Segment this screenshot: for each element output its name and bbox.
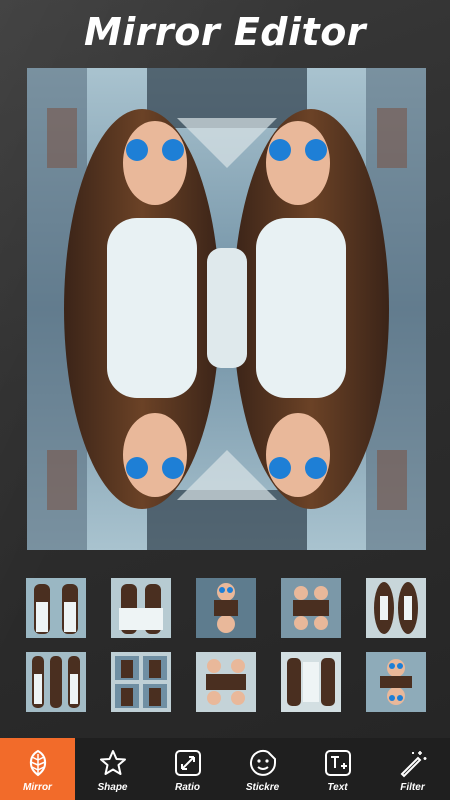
thumbnail[interactable] <box>366 652 426 712</box>
tab-text[interactable]: Text <box>300 738 375 800</box>
thumbnail[interactable] <box>111 578 171 638</box>
star-icon <box>96 746 130 780</box>
tab-text-label: Text <box>327 782 348 793</box>
tab-shape-label: Shape <box>97 782 128 793</box>
tab-ratio[interactable]: Ratio <box>150 738 225 800</box>
mirror-layout-8-icon <box>196 652 256 712</box>
page-title: Mirror Editor <box>83 10 367 54</box>
ratio-icon <box>171 746 205 780</box>
mirrored-photo <box>27 68 426 550</box>
mirror-layout-5-icon <box>366 578 426 638</box>
mirror-layout-10-icon <box>366 652 426 712</box>
tab-mirror[interactable]: Mirror <box>0 738 75 800</box>
thumbnail[interactable] <box>281 578 341 638</box>
mirror-layout-4-icon <box>281 578 341 638</box>
tab-mirror-label: Mirror <box>23 782 52 793</box>
mirror-layout-grid <box>26 578 426 712</box>
tab-filter[interactable]: Filter <box>375 738 450 800</box>
thumbnail[interactable] <box>196 652 256 712</box>
mirror-preview-image[interactable] <box>27 68 426 550</box>
thumbnail[interactable] <box>111 652 171 712</box>
leaf-icon <box>21 746 55 780</box>
magic-wand-icon <box>396 746 430 780</box>
text-icon <box>321 746 355 780</box>
mirror-layout-3-icon <box>196 578 256 638</box>
tab-sticker-label: Stickre <box>245 782 280 793</box>
tab-shape[interactable]: Shape <box>75 738 150 800</box>
tab-sticker[interactable]: Stickre <box>225 738 300 800</box>
mirror-layout-1-icon <box>26 578 86 638</box>
thumbnail[interactable] <box>196 578 256 638</box>
mirror-layout-6-icon <box>26 652 86 712</box>
thumbnail[interactable] <box>26 578 86 638</box>
tab-ratio-label: Ratio <box>175 782 200 793</box>
mirror-layout-9-icon <box>281 652 341 712</box>
thumbnail[interactable] <box>26 652 86 712</box>
mirror-layout-2-icon <box>111 578 171 638</box>
thumbnail[interactable] <box>281 652 341 712</box>
smiley-icon <box>246 746 280 780</box>
bottom-toolbar: Mirror Shape Ratio Stickre Text Filter <box>0 738 450 800</box>
mirror-layout-7-icon <box>111 652 171 712</box>
thumbnail[interactable] <box>366 578 426 638</box>
tab-filter-label: Filter <box>400 782 425 793</box>
